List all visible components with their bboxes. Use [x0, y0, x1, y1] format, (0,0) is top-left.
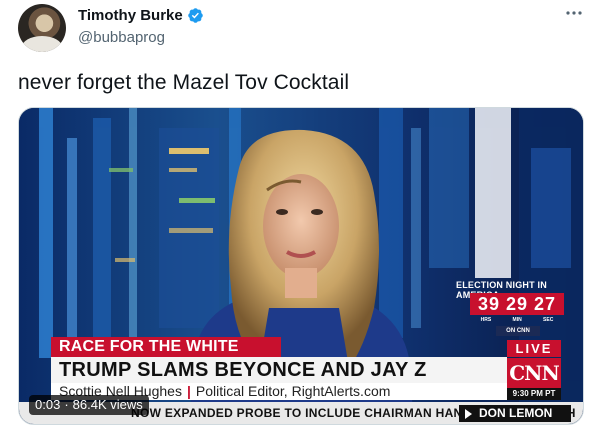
- race-label: RACE FOR THE WHITE HOUSE: [51, 337, 281, 375]
- video-views: 86.4K views: [72, 397, 143, 412]
- avatar-shirt: [22, 36, 62, 52]
- countdown-unit-hours: HRS: [480, 317, 492, 323]
- broadcast-clock: 9:30 PM PT: [507, 388, 561, 400]
- more-dots-icon[interactable]: [563, 6, 585, 20]
- broadcast-headline: TRUMP SLAMS BEYONCE AND JAY Z: [51, 357, 507, 383]
- video-elapsed: 0:03: [35, 397, 61, 412]
- nameplate-separator: |: [186, 383, 191, 399]
- broadcast-graphics: ELECTION NIGHT IN AMERICA 39 29 27 HRS M…: [19, 108, 583, 424]
- author-handle[interactable]: @bubbaprog: [78, 29, 165, 46]
- tweet-text: never forget the Mazel Tov Cocktail: [18, 71, 350, 94]
- guest-title: Political Editor, RightAlerts.com: [195, 383, 391, 399]
- verified-badge-icon: [187, 8, 203, 23]
- author-display-name[interactable]: Timothy Burke: [78, 7, 183, 24]
- cnn-logo: CNN: [507, 358, 561, 388]
- ticker-arrow-icon: [465, 409, 472, 419]
- countdown-unit-minutes: MIN: [512, 317, 522, 323]
- countdown-units: HRS MIN SEC: [470, 317, 564, 323]
- show-name: DON LEMON: [479, 406, 553, 420]
- election-countdown: ELECTION NIGHT IN AMERICA 39 29 27 HRS M…: [456, 280, 564, 338]
- overlay-separator: ·: [64, 397, 69, 412]
- author-name-row: Timothy Burke: [78, 7, 204, 24]
- video-player[interactable]: ELECTION NIGHT IN AMERICA 39 29 27 HRS M…: [18, 107, 584, 425]
- tweet: Timothy Burke @bubbaprog never forget th…: [0, 0, 592, 428]
- ticker-show-label: DON LEMON: [459, 405, 571, 422]
- live-badge: LIVE: [507, 340, 561, 357]
- video-status-overlay: 0:03 · 86.4K views: [29, 395, 149, 415]
- countdown-unit-seconds: SEC: [543, 317, 554, 323]
- countdown-digits: 39 29 27: [470, 293, 564, 315]
- avatar[interactable]: [18, 4, 66, 52]
- countdown-sub: ON CNN: [496, 326, 540, 336]
